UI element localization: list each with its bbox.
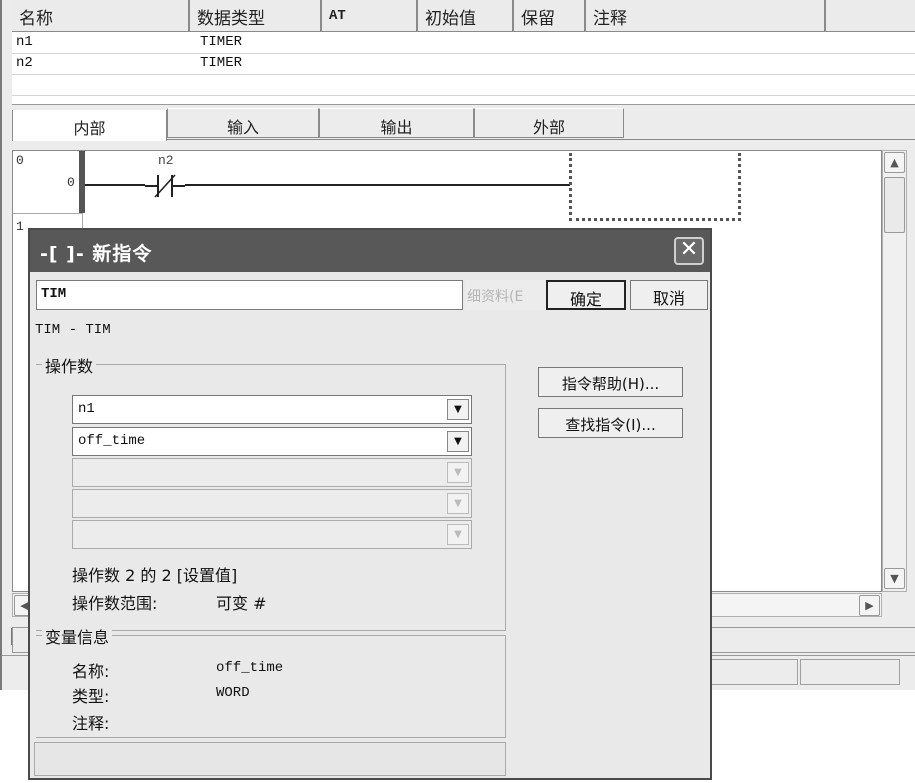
rung-number: 0 [16,153,24,168]
operand-range-value: 可变 # [216,594,267,613]
chevron-down-icon: ▼ [447,462,469,483]
column-header-filler [826,0,915,32]
chevron-down-icon: ▼ [447,524,469,545]
var-comment-label: 注释: [72,714,110,733]
table-row[interactable]: n2 TIMER [12,54,915,75]
instruction-input[interactable]: TIM [36,280,463,310]
status-cell [710,659,798,685]
chevron-down-icon[interactable]: ▼ [447,431,469,452]
detail-button[interactable]: 细资料(E [465,280,547,310]
operand-3-combo: ▼ [72,458,472,487]
scroll-down-icon[interactable]: ▼ [884,568,905,589]
var-name-label: 名称: [72,662,110,681]
instruction-description: TIM - TIM [35,322,111,338]
variable-tab-strip: 内部 输入 输出 外部 [12,108,915,141]
row-datatype: TIMER [200,55,243,71]
column-header-at[interactable]: AT [322,0,418,32]
row-name: n1 [16,34,33,50]
operands-group-label: 操作数 [42,353,97,377]
chevron-down-icon[interactable]: ▼ [447,399,469,420]
operand-1-value: n1 [78,401,95,417]
status-cell [800,659,900,685]
close-icon[interactable]: ✕ [674,237,704,265]
column-header-comment[interactable]: 注释 [586,0,826,32]
table-row[interactable]: n1 TIMER [12,33,915,54]
var-info-group-label: 变量信息 [42,624,113,648]
var-name-value: off_time [216,660,284,676]
operand-range-label: 操作数范围: [72,594,158,613]
column-header-initial-value[interactable]: 初始值 [418,0,514,32]
dialog-status-panel [34,742,506,776]
operand-1-combo[interactable]: n1 ▼ [72,395,472,424]
cancel-button[interactable]: 取消 [630,280,708,310]
rung-number: 1 [16,219,24,234]
contact-label: n2 [158,153,174,168]
tab-output[interactable]: 输出 [319,108,474,138]
column-header-retain[interactable]: 保留 [514,0,586,32]
operand-status: 操作数 2 的 2 [设置值] [72,566,238,585]
scroll-right-icon[interactable]: ▶ [859,595,880,616]
new-instruction-dialog: -[ ]- 新指令 ✕ TIM 细资料(E 确定 取消 TIM - TIM 操作… [28,228,712,780]
table-row[interactable] [12,75,915,96]
instruction-help-button[interactable]: 指令帮助(H)... [538,367,683,397]
left-power-rail [79,151,85,213]
operand-5-combo: ▼ [72,520,472,549]
var-type-label: 类型: [72,687,110,706]
vertical-scroll-thumb[interactable] [884,177,905,233]
operand-2-combo[interactable]: off_time ▼ [72,427,472,456]
tab-internal[interactable]: 内部 [12,110,167,141]
tab-input[interactable]: 输入 [167,108,319,138]
find-instruction-button[interactable]: 查找指令(I)... [538,408,683,438]
vertical-scrollbar[interactable]: ▲ ▼ [882,150,907,592]
variable-table: 名称 数据类型 AT 初始值 保留 注释 n1 TIMER n2 TIMER [12,0,915,105]
tab-external[interactable]: 外部 [474,108,624,138]
column-header-name[interactable]: 名称 [12,0,190,32]
column-header-datatype[interactable]: 数据类型 [190,0,322,32]
rung-separator [13,213,83,214]
chevron-down-icon: ▼ [447,493,469,514]
operand-2-value: off_time [78,433,146,449]
row-name: n2 [16,55,33,71]
var-type-value: WORD [216,685,250,701]
scroll-up-icon[interactable]: ▲ [884,152,905,173]
ok-button[interactable]: 确定 [546,280,626,310]
operand-4-combo: ▼ [72,489,472,518]
instruction-placeholder-box[interactable] [569,153,741,221]
dialog-title: -[ ]- 新指令 [40,243,153,265]
row-datatype: TIMER [200,34,243,50]
dialog-titlebar[interactable]: -[ ]- 新指令 ✕ [30,230,710,272]
step-number: 0 [67,175,75,190]
normally-closed-contact-icon[interactable] [145,173,185,199]
